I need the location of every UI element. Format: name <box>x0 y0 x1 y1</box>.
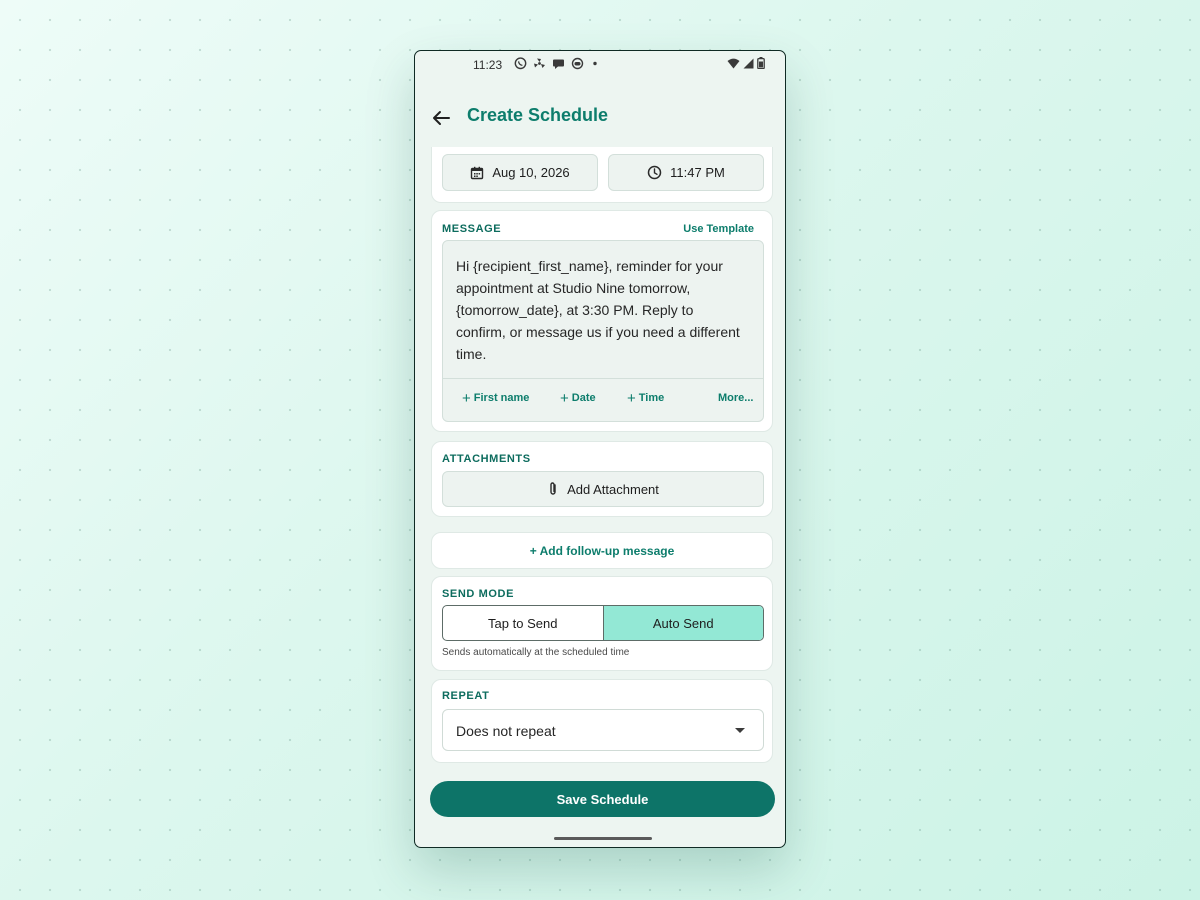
more-variables-link[interactable]: More... <box>718 392 753 404</box>
plus-icon: + <box>462 389 471 407</box>
chip-label: First name <box>473 392 530 404</box>
insert-first-name-chip[interactable]: + First name <box>462 389 530 407</box>
attachments-label: ATTACHMENTS <box>442 453 531 465</box>
add-attachment-button[interactable]: Add Attachment <box>442 471 764 507</box>
notification-icons <box>514 57 600 70</box>
dropdown-arrow-icon <box>735 728 745 733</box>
time-picker-button[interactable]: 11:47 PM <box>608 154 764 191</box>
battery-icon <box>757 57 765 69</box>
reddit-icon <box>571 57 584 70</box>
status-time: 11:23 <box>473 58 503 72</box>
message-card: MESSAGE Use Template Hi {recipient_first… <box>431 210 773 432</box>
dot-icon <box>593 61 597 66</box>
chip-label: Date <box>571 392 596 404</box>
app-bar: Create Schedule <box>415 97 785 137</box>
add-follow-up-label: + Add follow-up message <box>529 543 675 558</box>
message-divider <box>443 378 763 379</box>
wifi-icon <box>727 58 740 68</box>
save-schedule-button[interactable]: Save Schedule <box>430 781 775 817</box>
system-icons <box>727 57 765 69</box>
chat-bubble-icon <box>553 59 564 69</box>
calendar-icon <box>471 166 484 179</box>
phone-frame: 11:23 Create Schedule Aug 10, 2026 11:47… <box>414 50 786 848</box>
chip-label: Time <box>638 392 665 404</box>
date-value: Aug 10, 2026 <box>492 165 570 180</box>
insert-date-chip[interactable]: + Date <box>560 389 596 407</box>
add-attachment-label: Add Attachment <box>567 481 659 497</box>
repeat-card: REPEAT Does not repeat <box>431 679 773 763</box>
repeat-value: Does not repeat <box>456 723 556 739</box>
plus-icon: + <box>627 389 636 407</box>
repeat-select[interactable]: Does not repeat <box>442 709 764 751</box>
message-textarea[interactable]: Hi {recipient_first_name}, reminder for … <box>442 240 764 422</box>
fan-icon <box>534 58 545 68</box>
attachments-card: ATTACHMENTS Add Attachment <box>431 441 773 517</box>
send-mode-card: SEND MODE Tap to Send Auto Send Sends au… <box>431 576 773 671</box>
back-arrow-icon[interactable] <box>429 106 453 130</box>
time-value: 11:47 PM <box>670 165 725 180</box>
add-follow-up-button[interactable]: + Add follow-up message <box>431 532 773 569</box>
message-text: Hi {recipient_first_name}, reminder for … <box>456 258 740 362</box>
use-template-link[interactable]: Use Template <box>683 223 754 235</box>
send-mode-toggle: Tap to Send Auto Send <box>442 605 764 641</box>
tap-to-send-option[interactable]: Tap to Send <box>443 606 603 640</box>
insert-time-chip[interactable]: + Time <box>627 389 665 407</box>
home-indicator[interactable] <box>554 837 652 840</box>
message-label: MESSAGE <box>442 223 502 235</box>
repeat-label: REPEAT <box>442 690 490 702</box>
clock-icon <box>647 165 662 180</box>
signal-icon <box>743 58 754 68</box>
paperclip-icon <box>550 482 556 495</box>
send-mode-hint: Sends automatically at the scheduled tim… <box>442 647 630 658</box>
send-mode-label: SEND MODE <box>442 588 515 600</box>
status-bar: 11:23 <box>415 51 785 79</box>
page-title: Create Schedule <box>467 105 609 125</box>
auto-send-option[interactable]: Auto Send <box>602 606 763 640</box>
date-picker-button[interactable]: Aug 10, 2026 <box>442 154 598 191</box>
plus-icon: + <box>560 389 569 407</box>
whatsapp-icon <box>514 57 527 70</box>
datetime-card: Aug 10, 2026 11:47 PM <box>431 147 773 203</box>
